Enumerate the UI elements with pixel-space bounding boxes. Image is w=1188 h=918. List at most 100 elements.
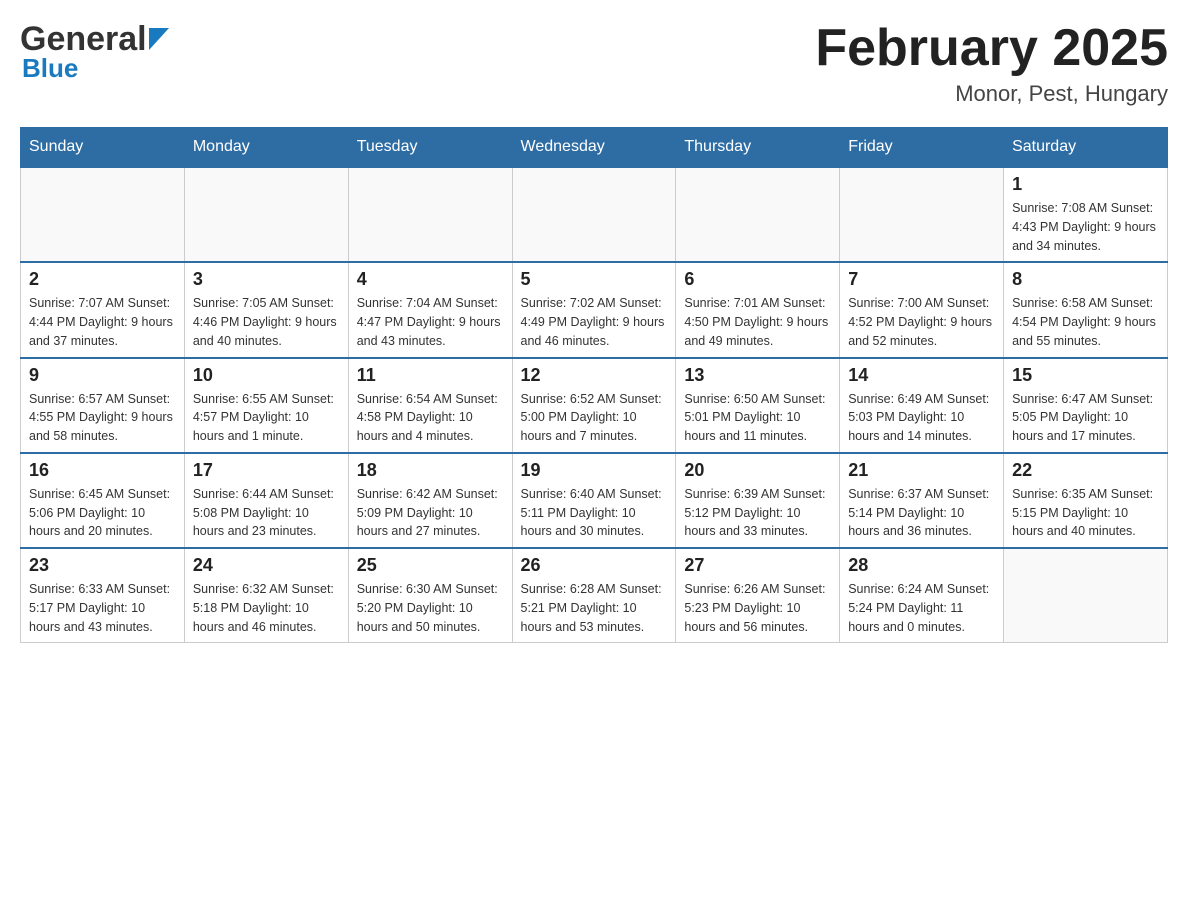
day-number: 7 (848, 269, 995, 290)
day-info: Sunrise: 7:00 AM Sunset: 4:52 PM Dayligh… (848, 294, 995, 350)
calendar-day-cell: 20 Sunrise: 6:39 AM Sunset: 5:12 PM Dayli… (676, 453, 840, 548)
day-number: 4 (357, 269, 504, 290)
calendar-day-cell: 28Sunrise: 6:24 AM Sunset: 5:24 PM Dayli… (840, 548, 1004, 643)
day-info: Sunrise: 6:57 AM Sunset: 4:55 PM Dayligh… (29, 390, 176, 446)
day-info: Sunrise: 6:47 AM Sunset: 5:05 PM Dayligh… (1012, 390, 1159, 446)
day-info: Sunrise: 6:50 AM Sunset: 5:01 PM Dayligh… (684, 390, 831, 446)
day-of-week-header: Thursday (676, 128, 840, 168)
calendar-week-row: 23Sunrise: 6:33 AM Sunset: 5:17 PM Dayli… (21, 548, 1168, 643)
day-info: Sunrise: 6:32 AM Sunset: 5:18 PM Dayligh… (193, 580, 340, 636)
calendar-day-cell: 4 Sunrise: 7:04 AM Sunset: 4:47 PM Daylig… (348, 262, 512, 357)
day-number: 20 (684, 460, 831, 481)
calendar-day-cell: 2Sunrise: 7:07 AM Sunset: 4:44 PM Daylig… (21, 262, 185, 357)
logo: General Blue (20, 20, 169, 84)
day-info: Sunrise: 7:04 AM Sunset: 4:47 PM Dayligh… (357, 294, 504, 350)
calendar-day-cell: 24 Sunrise: 6:32 AM Sunset: 5:18 PM Dayli… (184, 548, 348, 643)
calendar-day-cell (840, 167, 1004, 262)
day-of-week-header: Saturday (1004, 128, 1168, 168)
day-number: 1 (1012, 174, 1159, 195)
calendar-day-cell: 27 Sunrise: 6:26 AM Sunset: 5:23 PM Dayli… (676, 548, 840, 643)
calendar-day-cell: 8 Sunrise: 6:58 AM Sunset: 4:54 PM Daylig… (1004, 262, 1168, 357)
day-number: 24 (193, 555, 340, 576)
day-of-week-header: Monday (184, 128, 348, 168)
day-info: Sunrise: 7:08 AM Sunset: 4:43 PM Dayligh… (1012, 199, 1159, 255)
day-of-week-header: Wednesday (512, 128, 676, 168)
day-info: Sunrise: 6:35 AM Sunset: 5:15 PM Dayligh… (1012, 485, 1159, 541)
day-info: Sunrise: 7:01 AM Sunset: 4:50 PM Dayligh… (684, 294, 831, 350)
calendar-day-cell: 7 Sunrise: 7:00 AM Sunset: 4:52 PM Daylig… (840, 262, 1004, 357)
day-number: 5 (521, 269, 668, 290)
day-info: Sunrise: 6:26 AM Sunset: 5:23 PM Dayligh… (684, 580, 831, 636)
calendar-day-cell: 22 Sunrise: 6:35 AM Sunset: 5:15 PM Dayli… (1004, 453, 1168, 548)
calendar-day-cell: 9 Sunrise: 6:57 AM Sunset: 4:55 PM Daylig… (21, 358, 185, 453)
day-number: 16 (29, 460, 176, 481)
day-info: Sunrise: 6:54 AM Sunset: 4:58 PM Dayligh… (357, 390, 504, 446)
calendar-day-cell: 3 Sunrise: 7:05 AM Sunset: 4:46 PM Daylig… (184, 262, 348, 357)
day-info: Sunrise: 6:55 AM Sunset: 4:57 PM Dayligh… (193, 390, 340, 446)
calendar-day-cell: 11 Sunrise: 6:54 AM Sunset: 4:58 PM Dayli… (348, 358, 512, 453)
day-info: Sunrise: 6:40 AM Sunset: 5:11 PM Dayligh… (521, 485, 668, 541)
day-number: 25 (357, 555, 504, 576)
day-info: Sunrise: 6:39 AM Sunset: 5:12 PM Dayligh… (684, 485, 831, 541)
calendar-day-cell: 6 Sunrise: 7:01 AM Sunset: 4:50 PM Daylig… (676, 262, 840, 357)
day-info: Sunrise: 7:02 AM Sunset: 4:49 PM Dayligh… (521, 294, 668, 350)
calendar-day-cell: 16Sunrise: 6:45 AM Sunset: 5:06 PM Dayli… (21, 453, 185, 548)
calendar-week-row: 1 Sunrise: 7:08 AM Sunset: 4:43 PM Daylig… (21, 167, 1168, 262)
calendar-table: SundayMondayTuesdayWednesdayThursdayFrid… (20, 127, 1168, 643)
calendar-day-cell: 10 Sunrise: 6:55 AM Sunset: 4:57 PM Dayli… (184, 358, 348, 453)
day-number: 26 (521, 555, 668, 576)
day-info: Sunrise: 6:28 AM Sunset: 5:21 PM Dayligh… (521, 580, 668, 636)
day-number: 11 (357, 365, 504, 386)
day-number: 27 (684, 555, 831, 576)
day-info: Sunrise: 6:44 AM Sunset: 5:08 PM Dayligh… (193, 485, 340, 541)
day-number: 10 (193, 365, 340, 386)
day-of-week-header: Tuesday (348, 128, 512, 168)
day-number: 15 (1012, 365, 1159, 386)
day-number: 9 (29, 365, 176, 386)
calendar-day-cell (21, 167, 185, 262)
calendar-day-cell: 18 Sunrise: 6:42 AM Sunset: 5:09 PM Dayli… (348, 453, 512, 548)
day-info: Sunrise: 6:42 AM Sunset: 5:09 PM Dayligh… (357, 485, 504, 541)
calendar-week-row: 9 Sunrise: 6:57 AM Sunset: 4:55 PM Daylig… (21, 358, 1168, 453)
day-number: 18 (357, 460, 504, 481)
day-info: Sunrise: 6:49 AM Sunset: 5:03 PM Dayligh… (848, 390, 995, 446)
calendar-week-row: 16Sunrise: 6:45 AM Sunset: 5:06 PM Dayli… (21, 453, 1168, 548)
day-info: Sunrise: 6:58 AM Sunset: 4:54 PM Dayligh… (1012, 294, 1159, 350)
day-info: Sunrise: 6:37 AM Sunset: 5:14 PM Dayligh… (848, 485, 995, 541)
calendar-day-cell (512, 167, 676, 262)
day-number: 19 (521, 460, 668, 481)
calendar-day-cell (348, 167, 512, 262)
calendar-day-cell (184, 167, 348, 262)
location-text: Monor, Pest, Hungary (815, 81, 1168, 107)
day-number: 6 (684, 269, 831, 290)
calendar-day-cell: 12 Sunrise: 6:52 AM Sunset: 5:00 PM Dayli… (512, 358, 676, 453)
title-block: February 2025 Monor, Pest, Hungary (815, 20, 1168, 107)
logo-blue-text: Blue (22, 53, 78, 84)
day-info: Sunrise: 6:30 AM Sunset: 5:20 PM Dayligh… (357, 580, 504, 636)
calendar-day-cell (1004, 548, 1168, 643)
calendar-day-cell: 5 Sunrise: 7:02 AM Sunset: 4:49 PM Daylig… (512, 262, 676, 357)
day-of-week-header: Sunday (21, 128, 185, 168)
day-number: 22 (1012, 460, 1159, 481)
calendar-day-cell: 17 Sunrise: 6:44 AM Sunset: 5:08 PM Dayli… (184, 453, 348, 548)
calendar-day-cell (676, 167, 840, 262)
calendar-day-cell: 14Sunrise: 6:49 AM Sunset: 5:03 PM Dayli… (840, 358, 1004, 453)
day-info: Sunrise: 7:07 AM Sunset: 4:44 PM Dayligh… (29, 294, 176, 350)
day-number: 17 (193, 460, 340, 481)
day-info: Sunrise: 7:05 AM Sunset: 4:46 PM Dayligh… (193, 294, 340, 350)
calendar-week-row: 2Sunrise: 7:07 AM Sunset: 4:44 PM Daylig… (21, 262, 1168, 357)
day-number: 3 (193, 269, 340, 290)
day-number: 12 (521, 365, 668, 386)
calendar-day-cell: 15 Sunrise: 6:47 AM Sunset: 5:05 PM Dayli… (1004, 358, 1168, 453)
day-number: 28 (848, 555, 995, 576)
month-title: February 2025 (815, 20, 1168, 77)
day-number: 23 (29, 555, 176, 576)
day-info: Sunrise: 6:52 AM Sunset: 5:00 PM Dayligh… (521, 390, 668, 446)
day-number: 13 (684, 365, 831, 386)
calendar-day-cell: 19 Sunrise: 6:40 AM Sunset: 5:11 PM Dayli… (512, 453, 676, 548)
day-number: 8 (1012, 269, 1159, 290)
calendar-header-row: SundayMondayTuesdayWednesdayThursdayFrid… (21, 128, 1168, 168)
calendar-day-cell: 26 Sunrise: 6:28 AM Sunset: 5:21 PM Dayli… (512, 548, 676, 643)
logo-triangle-icon (149, 28, 169, 55)
calendar-day-cell: 25 Sunrise: 6:30 AM Sunset: 5:20 PM Dayli… (348, 548, 512, 643)
